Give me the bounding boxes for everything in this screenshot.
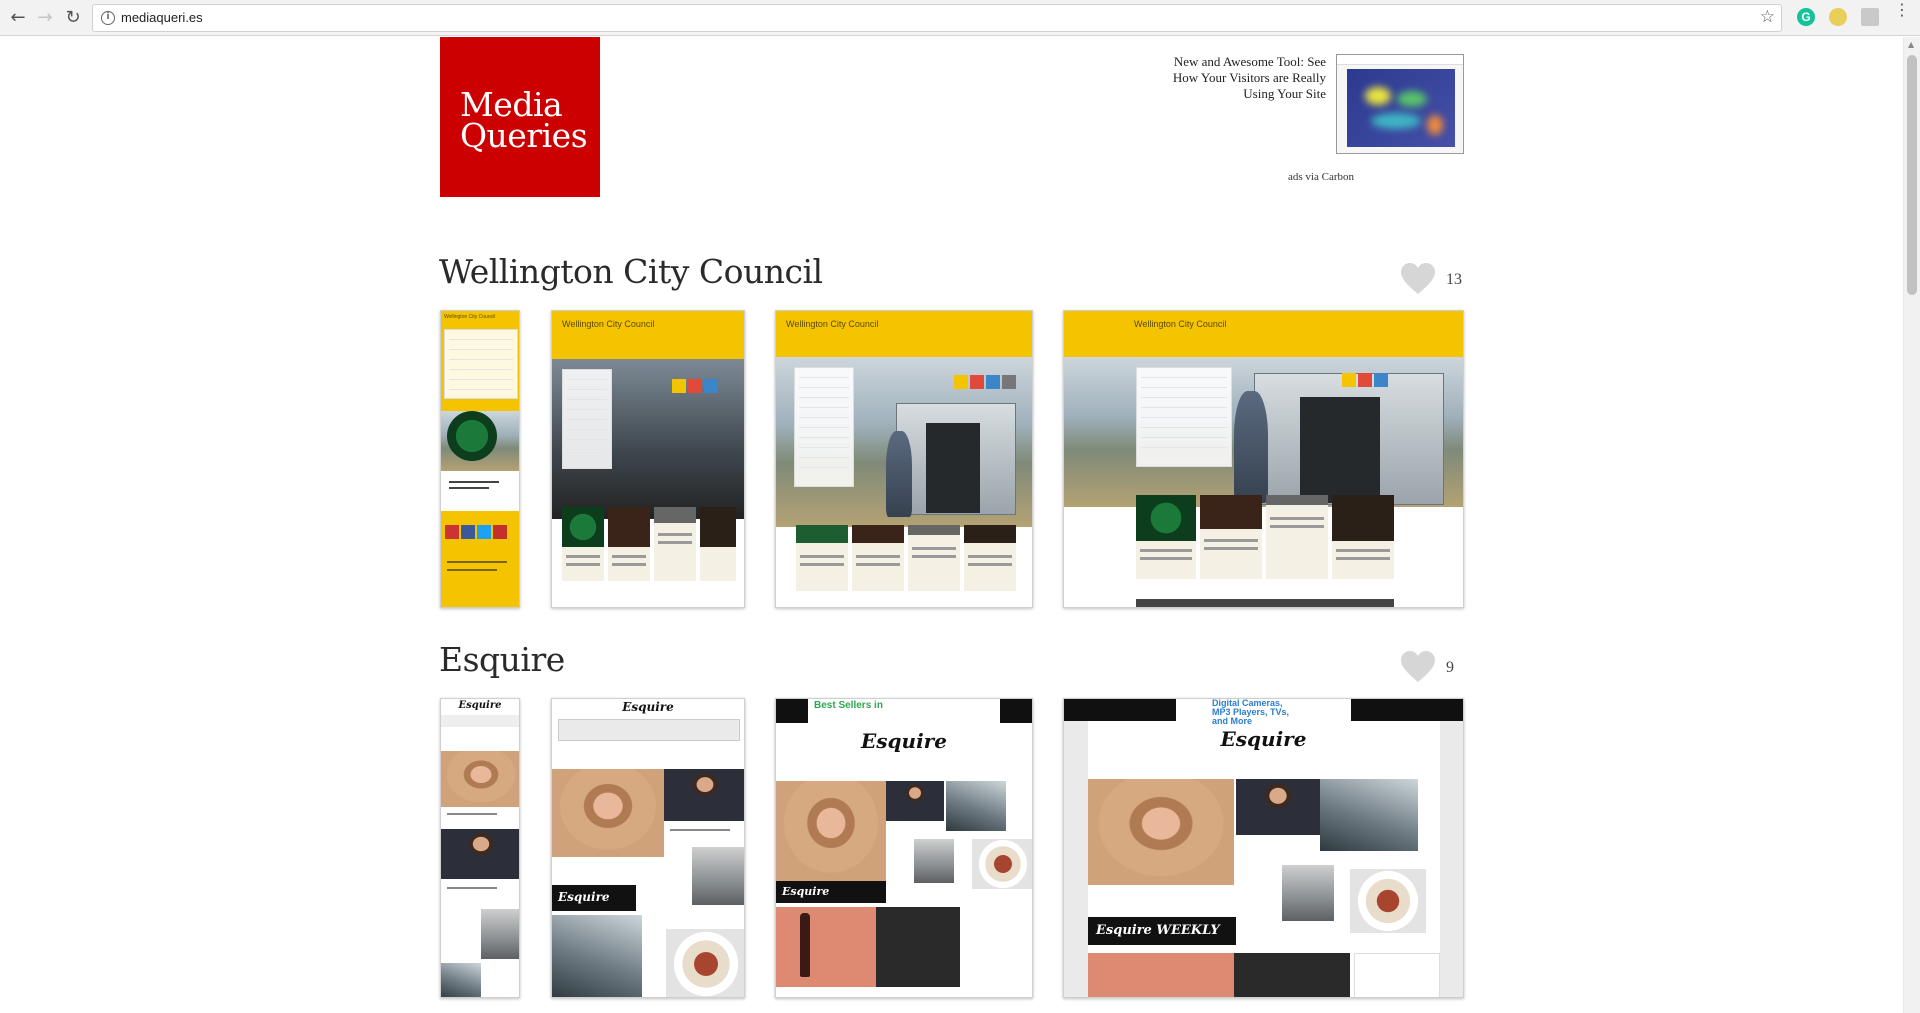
screenshot-tablet-portrait[interactable]: Wellington City Council [551,310,745,608]
like-count: 13 [1446,271,1462,288]
scroll-up-arrow-icon[interactable]: ▲ [1908,40,1914,49]
ad-caption[interactable]: ads via Carbon [1288,171,1354,183]
scrollbar-thumb[interactable] [1907,55,1917,295]
weekly-banner: Esquire WEEKLY [1088,917,1236,945]
grammarly-extension-icon[interactable]: G [1797,8,1815,26]
browser-menu-icon[interactable]: ⋮ [1894,2,1910,18]
screenshot-site-title: Wellington City Council [786,319,879,329]
like-counter[interactable]: 13 [1400,262,1464,296]
reload-icon[interactable]: ↻ [61,6,85,30]
heart-icon[interactable] [1400,262,1436,296]
screenshot-site-title: Wellington City Council [1134,319,1227,329]
screenshot-masthead: Esquire [1064,725,1463,753]
like-counter[interactable]: 9 [1400,650,1464,684]
ad-headline: Digital Cameras, MP3 Players, TVs, and M… [1212,698,1290,726]
weekly-banner: Esquire WEEKLY [552,885,636,928]
heart-icon[interactable] [1400,650,1436,684]
screenshot-masthead: Esquire [441,699,519,713]
address-bar[interactable]: i mediaqueri.es ☆ [92,4,1782,32]
screenshot-desktop[interactable]: Wellington City Council [1063,310,1464,608]
screenshot-mobile[interactable]: Wellington City Council [440,310,520,608]
screenshot-site-title: Wellington City Council [562,319,655,329]
screenshot-tablet-landscape[interactable]: Wellington City Council [775,310,1033,608]
section-title[interactable]: Esquire [439,640,565,679]
extension-icon[interactable] [1829,8,1847,26]
back-arrow-icon[interactable]: ← [6,6,30,30]
logo-line-2: Queries [460,116,588,155]
page-scrollbar[interactable]: ▲ [1903,37,1920,1013]
screenshot-desktop[interactable]: Digital Cameras, MP3 Players, TVs, and M… [1063,698,1464,998]
pdf-extension-icon[interactable] [1861,8,1879,26]
screenshot-masthead: Esquire [776,727,1032,755]
screenshot-tablet-portrait[interactable]: Esquire Esquire WEEKLY [551,698,745,998]
screenshot-site-title: Wellington City Council [444,314,496,320]
screenshot-mobile[interactable]: Esquire [440,698,520,998]
ad-text[interactable]: New and Awesome Tool: See How Your Visit… [1146,54,1326,102]
section-title[interactable]: Wellington City Council [439,252,823,291]
site-logo[interactable]: Media Queries [440,37,600,197]
screenshot-masthead: Esquire [552,699,744,715]
site-info-icon[interactable]: i [101,11,115,25]
ad-image[interactable] [1336,54,1464,154]
browser-toolbar: ← → ↻ i mediaqueri.es ☆ G ⋮ [0,0,1920,36]
address-bar-url[interactable]: mediaqueri.es [121,10,203,25]
weekly-banner: Esquire WEEKLY [776,881,886,920]
like-count: 9 [1446,659,1454,676]
ad-headline: Best Sellers in [814,700,883,711]
carbon-ad[interactable]: New and Awesome Tool: See How Your Visit… [1150,50,1464,190]
screenshot-tablet-landscape[interactable]: Best Sellers in Esquire Esquire WEEKLY [775,698,1033,998]
forward-arrow-icon[interactable]: → [33,6,57,30]
bookmark-star-icon[interactable]: ☆ [1760,7,1775,27]
